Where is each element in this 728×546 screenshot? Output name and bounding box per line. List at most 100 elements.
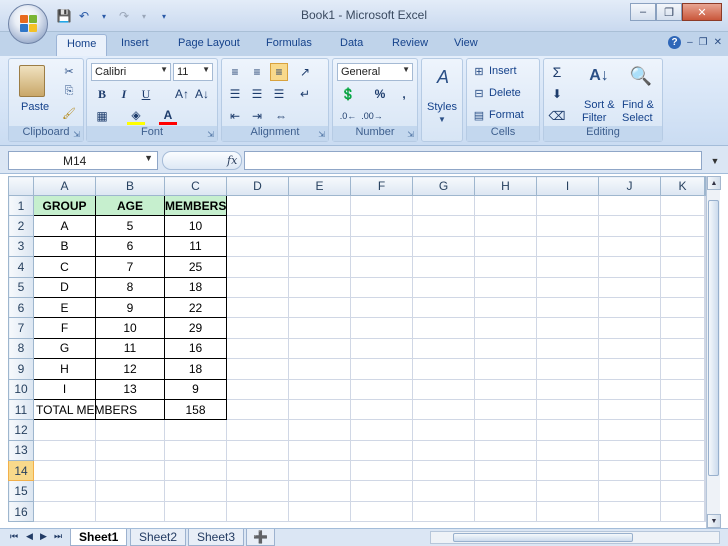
cell[interactable]	[226, 317, 289, 339]
format-painter-icon[interactable]: 🖌	[61, 105, 77, 121]
tab-page-layout[interactable]: Page Layout	[178, 37, 240, 49]
align-bottom-icon[interactable]: ≡	[270, 63, 288, 81]
cell[interactable]	[288, 296, 351, 319]
cell[interactable]	[412, 215, 475, 237]
cell[interactable]	[350, 194, 413, 217]
cell[interactable]	[288, 215, 351, 237]
cell-a8[interactable]: G	[33, 337, 96, 360]
cell[interactable]	[598, 317, 661, 339]
row-header-9[interactable]: 9	[8, 358, 34, 380]
cell[interactable]	[412, 419, 475, 441]
cell[interactable]	[350, 235, 413, 258]
bold-button[interactable]: B	[93, 85, 111, 103]
cell[interactable]	[536, 460, 599, 482]
cell[interactable]	[536, 500, 599, 523]
last-sheet-icon[interactable]: ⏭	[54, 531, 62, 542]
cell[interactable]	[598, 235, 661, 258]
font-launcher-icon[interactable]: ⇲	[207, 130, 214, 139]
cell-c2[interactable]: 10	[164, 215, 227, 237]
cell[interactable]	[226, 500, 289, 523]
cell[interactable]	[164, 480, 227, 502]
horizontal-scrollbar[interactable]	[430, 531, 720, 544]
sheet-tab-sheet2[interactable]: Sheet2	[130, 529, 187, 546]
cell[interactable]	[474, 419, 537, 441]
cell-a2[interactable]: A	[33, 215, 96, 237]
cell[interactable]	[536, 378, 599, 400]
cell[interactable]	[412, 398, 475, 421]
tab-insert[interactable]: Insert	[121, 37, 149, 49]
cell[interactable]	[412, 296, 475, 319]
row-header-14[interactable]: 14	[8, 460, 34, 482]
column-header-j[interactable]: J	[598, 176, 661, 196]
cell[interactable]	[33, 439, 96, 462]
insert-function-button[interactable]: fx	[227, 154, 237, 167]
cell[interactable]	[288, 317, 351, 339]
cell[interactable]	[288, 398, 351, 421]
cell[interactable]	[164, 439, 227, 462]
cell[interactable]	[164, 460, 227, 482]
cell-c11[interactable]: 158	[164, 398, 227, 421]
cell[interactable]	[660, 194, 705, 217]
cell[interactable]	[350, 358, 413, 380]
cell[interactable]	[660, 480, 705, 502]
cell-c4[interactable]: 25	[164, 256, 227, 278]
cell[interactable]	[412, 256, 475, 278]
workbook-restore-icon[interactable]: ❐	[699, 37, 708, 48]
cell[interactable]	[536, 480, 599, 502]
cell[interactable]	[350, 256, 413, 278]
cell[interactable]	[288, 378, 351, 400]
wrap-text-icon[interactable]: ↵	[296, 85, 314, 103]
cell-a3[interactable]: B	[33, 235, 96, 258]
cell[interactable]	[226, 439, 289, 462]
cell-c3[interactable]: 11	[164, 235, 227, 258]
cell-c8[interactable]: 16	[164, 337, 227, 360]
cell[interactable]	[660, 235, 705, 258]
close-button[interactable]: ✕	[682, 3, 722, 21]
cell[interactable]	[660, 296, 705, 319]
cell[interactable]	[598, 337, 661, 360]
first-sheet-icon[interactable]: ⏮	[10, 531, 18, 542]
cell[interactable]	[474, 378, 537, 400]
delete-button[interactable]: Delete	[489, 87, 521, 99]
select-label[interactable]: Select	[622, 112, 653, 124]
sheet-tab-sheet3[interactable]: Sheet3	[188, 529, 245, 546]
row-header-7[interactable]: 7	[8, 317, 34, 339]
cell[interactable]	[660, 215, 705, 237]
column-header-d[interactable]: D	[226, 176, 289, 196]
cell[interactable]	[226, 398, 289, 421]
cell[interactable]	[536, 256, 599, 278]
cell[interactable]	[350, 398, 413, 421]
merge-center-icon[interactable]: ⇔	[272, 107, 290, 125]
cell-c10[interactable]: 9	[164, 378, 227, 400]
tab-view[interactable]: View	[454, 37, 478, 49]
cell[interactable]	[598, 194, 661, 217]
cell[interactable]	[660, 317, 705, 339]
font-color-icon[interactable]: A	[159, 107, 177, 125]
column-header-k[interactable]: K	[660, 176, 705, 196]
cell[interactable]	[164, 500, 227, 523]
cell[interactable]	[33, 480, 96, 502]
align-top-icon[interactable]: ≡	[226, 63, 244, 81]
row-header-1[interactable]: 1	[8, 194, 34, 217]
number-launcher-icon[interactable]: ⇲	[407, 130, 414, 139]
cell[interactable]	[288, 337, 351, 360]
cell[interactable]	[288, 358, 351, 380]
decrease-indent-icon[interactable]: ⇤	[226, 107, 244, 125]
name-box[interactable]: M14 ▼	[8, 151, 158, 170]
cell[interactable]	[598, 500, 661, 523]
cell-b3[interactable]: 6	[95, 235, 165, 258]
cell[interactable]	[288, 194, 351, 217]
column-header-i[interactable]: I	[536, 176, 599, 196]
cell-b10[interactable]: 13	[95, 378, 165, 400]
cell[interactable]	[474, 480, 537, 502]
row-header-10[interactable]: 10	[8, 378, 34, 400]
borders-icon[interactable]: ▦	[93, 107, 111, 125]
font-size-select[interactable]: 11 ▼	[173, 63, 213, 81]
copy-icon[interactable]: ⎘	[61, 83, 77, 99]
cell[interactable]	[474, 317, 537, 339]
cell[interactable]	[536, 419, 599, 441]
cell[interactable]	[412, 317, 475, 339]
filter-label[interactable]: Filter	[582, 112, 606, 124]
office-button[interactable]	[8, 4, 48, 44]
styles-group[interactable]: A Styles ▼	[421, 58, 463, 142]
